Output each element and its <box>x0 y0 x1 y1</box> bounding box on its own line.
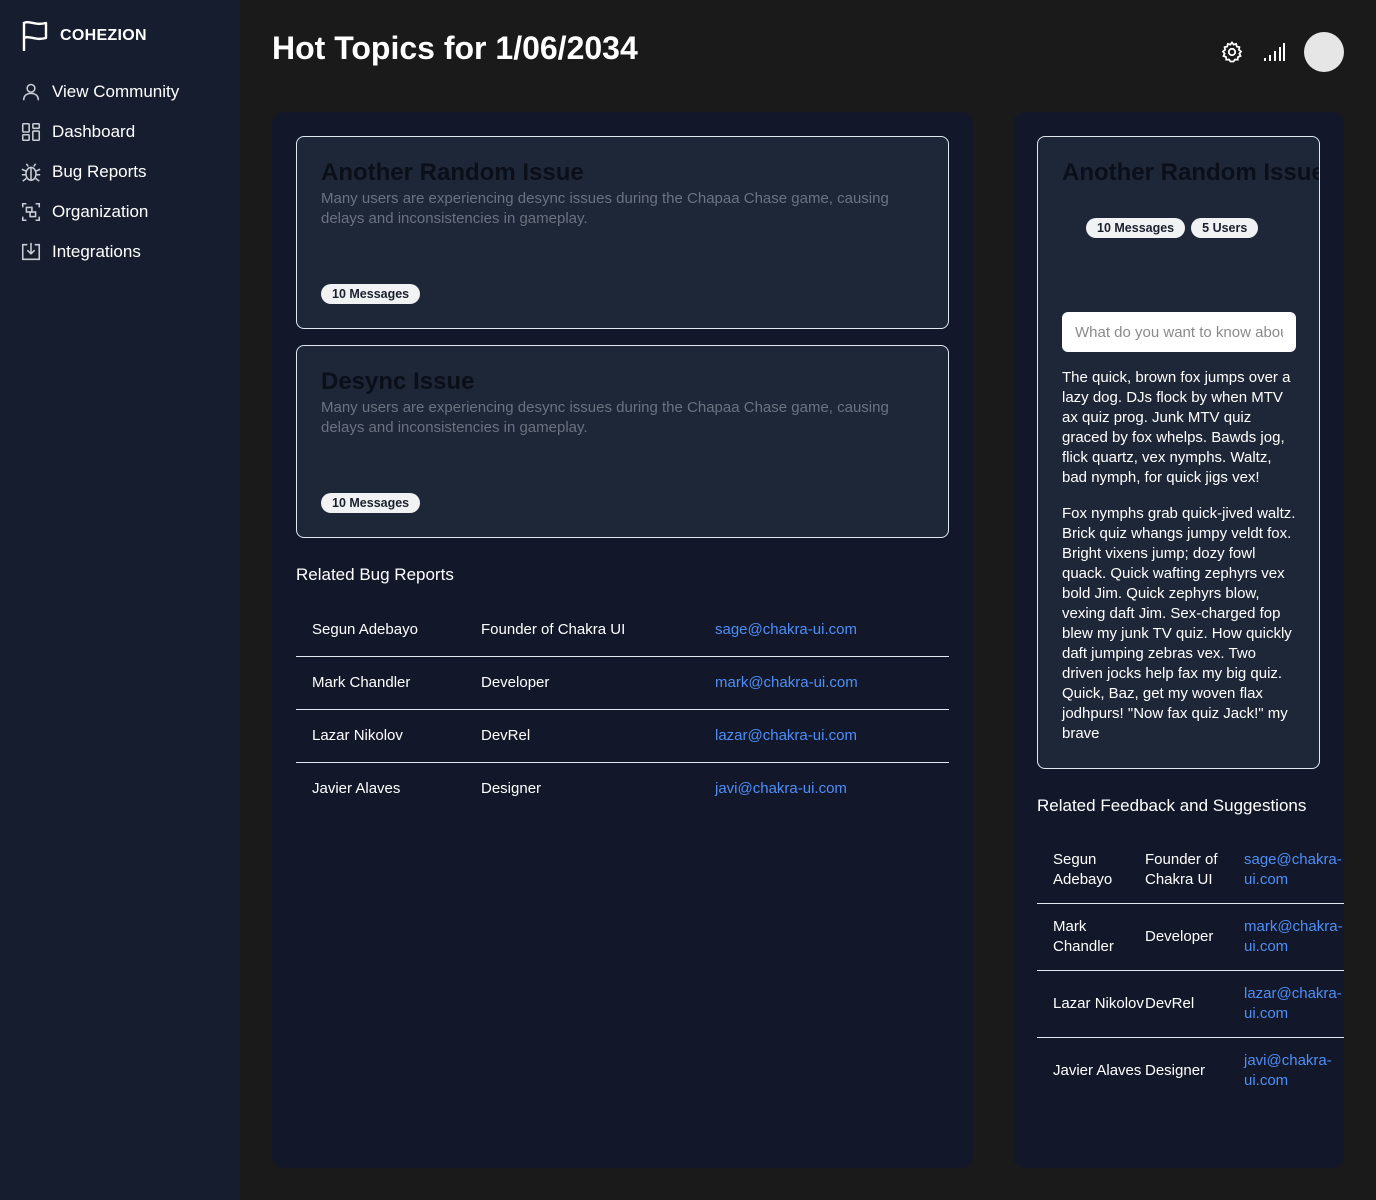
topic-description: Many users are experiencing desync issue… <box>321 399 889 436</box>
user-icon <box>22 83 40 101</box>
feedback-table: Segun Adebayo Founder of Chakra UI sage@… <box>1037 837 1344 1104</box>
messages-badge: 10 Messages <box>321 493 421 513</box>
dashboard-icon <box>21 122 41 142</box>
page-title: Hot Topics for 1/06/2034 <box>272 30 638 66</box>
sidebar-item-view-community[interactable]: View Community <box>20 72 179 112</box>
sidebar-item-label: Bug Reports <box>52 162 147 181</box>
brand[interactable]: COHEZION <box>20 20 147 52</box>
table-row: Segun Adebayo Founder of Chakra UI sage@… <box>296 603 949 656</box>
table-row: Mark Chandler Developer mark@chakra-ui.c… <box>1037 904 1344 971</box>
role-cell: DevRel <box>481 727 531 744</box>
ask-input[interactable] <box>1062 312 1296 352</box>
hot-topics-panel: Another Random Issue Many users are expe… <box>272 112 973 1168</box>
header-actions <box>1220 32 1344 72</box>
users-badge: 5 Users <box>1191 218 1259 238</box>
email-link[interactable]: lazar@chakra-ui.com <box>715 727 857 744</box>
email-link[interactable]: javi@chakra-ui.com <box>715 780 847 797</box>
sidebar-item-label: Integrations <box>52 242 141 261</box>
email-link[interactable]: mark@chakra-ui.com <box>715 674 858 691</box>
name-cell: Lazar Nikolov <box>1053 995 1144 1012</box>
messages-badge: 10 Messages <box>321 284 421 304</box>
topic-detail-panel: Another Random Issue 10 Messages 5 Users… <box>1013 112 1344 1168</box>
name-cell: Segun Adebayo <box>1053 851 1113 888</box>
role-cell: Designer <box>1145 1062 1206 1079</box>
role-cell: Developer <box>481 674 550 691</box>
avatar[interactable] <box>1304 32 1344 72</box>
summary-paragraph: Fox nymphs grab quick-jived waltz. Brick… <box>1062 505 1296 742</box>
signal-icon[interactable] <box>1262 40 1286 64</box>
role-cell: Developer <box>1145 928 1214 945</box>
topic-title: Another Random Issue <box>321 159 584 186</box>
name-cell: Lazar Nikolov <box>312 727 403 744</box>
email-link[interactable]: javi@chakra-ui.com <box>1244 1052 1332 1089</box>
settings-icon[interactable] <box>1220 40 1244 64</box>
role-cell: DevRel <box>1145 995 1195 1012</box>
topic-detail-card: Another Random Issue 10 Messages 5 Users… <box>1037 136 1320 769</box>
bug-icon <box>21 163 41 182</box>
name-cell: Mark Chandler <box>312 674 411 691</box>
table-row: Lazar Nikolov DevRel lazar@chakra-ui.com <box>1037 971 1344 1038</box>
bug-reports-title: Related Bug Reports <box>296 565 454 584</box>
role-cell: Founder of Chakra UI <box>1145 851 1218 888</box>
summary-paragraph: The quick, brown fox jumps over a lazy d… <box>1062 369 1291 486</box>
topic-title: Desync Issue <box>321 368 475 395</box>
name-cell: Javier Alaves <box>312 780 401 798</box>
flag-icon <box>22 20 48 51</box>
table-row: Lazar Nikolov DevRel lazar@chakra-ui.com <box>296 709 949 762</box>
name-cell: Segun Adebayo <box>312 620 418 638</box>
email-link[interactable]: lazar@chakra-ui.com <box>1244 985 1342 1022</box>
table-row: Segun Adebayo Founder of Chakra UI sage@… <box>1037 837 1344 904</box>
sidebar-item-label: Dashboard <box>52 122 136 141</box>
role-cell: Founder of Chakra UI <box>481 620 626 638</box>
topic-description: Many users are experiencing desync issue… <box>321 190 889 227</box>
role-cell: Designer <box>481 780 542 798</box>
topic-card[interactable]: Desync Issue Many users are experiencing… <box>296 345 949 538</box>
detail-badges: 10 Messages 5 Users <box>1086 218 1259 238</box>
table-row: Javier Alaves Designer javi@chakra-ui.co… <box>296 762 949 815</box>
email-link[interactable]: sage@chakra-ui.com <box>715 621 857 638</box>
name-cell: Mark Chandler <box>1053 918 1114 955</box>
table-row: Javier Alaves Designer javi@chakra-ui.co… <box>1037 1038 1344 1105</box>
sidebar-item-label: View Community <box>52 82 180 101</box>
sidebar-item-dashboard[interactable]: Dashboard <box>20 112 179 152</box>
brand-name: COHEZION <box>60 27 147 44</box>
topic-card[interactable]: Another Random Issue Many users are expe… <box>296 136 949 329</box>
sidebar-item-bug-reports[interactable]: Bug Reports <box>20 152 179 192</box>
sidebar-item-label: Organization <box>52 202 149 221</box>
sidebar-nav: View Community Dashboard Bug Reports Org… <box>20 72 179 272</box>
email-link[interactable]: sage@chakra-ui.com <box>1244 851 1342 888</box>
feedback-title: Related Feedback and Suggestions <box>1037 796 1307 815</box>
topic-detail-title: Another Random Issue <box>1062 159 1320 186</box>
name-cell: Javier Alaves <box>1053 1062 1142 1079</box>
integrations-icon <box>21 242 41 261</box>
messages-badge: 10 Messages <box>1086 218 1186 238</box>
table-row: Mark Chandler Developer mark@chakra-ui.c… <box>296 656 949 709</box>
sidebar-item-integrations[interactable]: Integrations <box>20 232 179 272</box>
sidebar: COHEZION View Community Dashboard Bug Re… <box>0 0 240 1200</box>
organization-icon <box>21 202 41 222</box>
email-link[interactable]: mark@chakra-ui.com <box>1244 918 1343 955</box>
sidebar-item-organization[interactable]: Organization <box>20 192 179 232</box>
bug-reports-table: Segun Adebayo Founder of Chakra UI sage@… <box>296 603 949 815</box>
